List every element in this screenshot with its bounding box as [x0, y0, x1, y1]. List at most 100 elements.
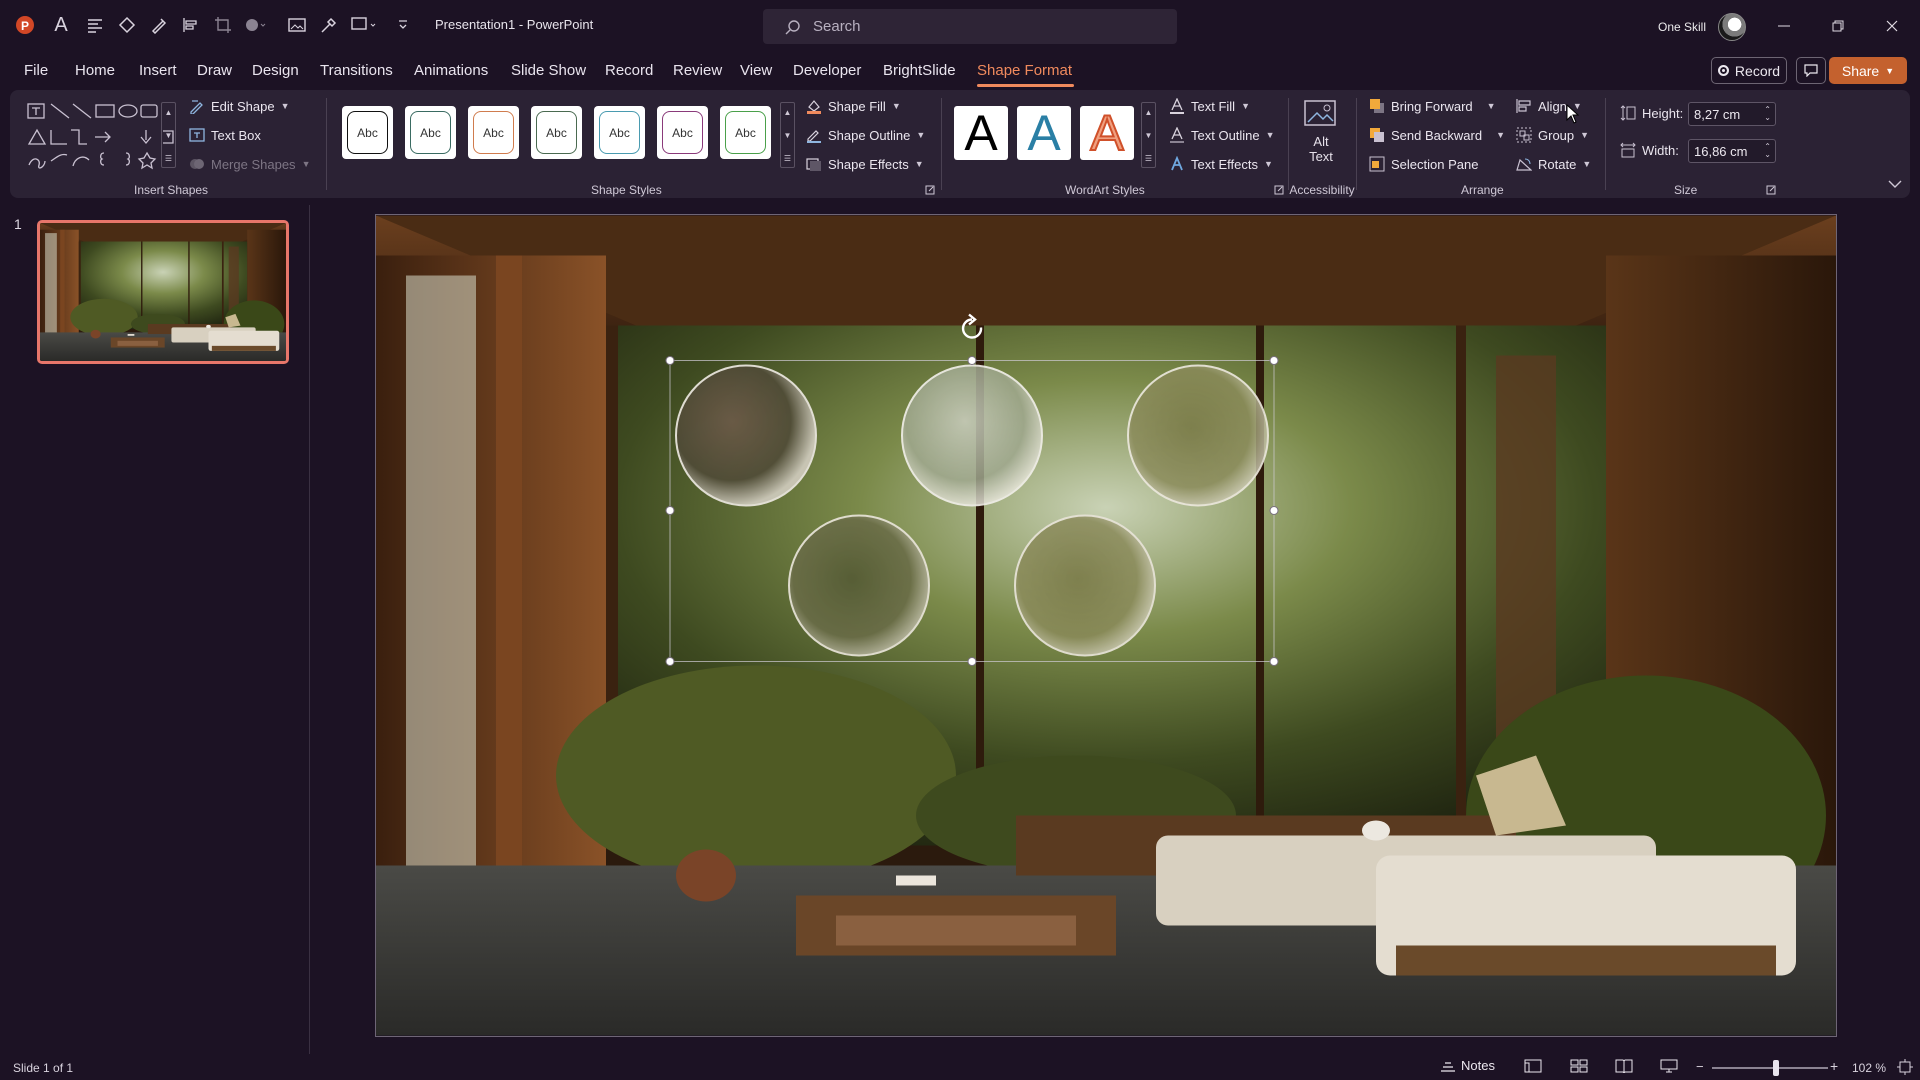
- bring-forward-button[interactable]: Bring Forward ▼: [1369, 98, 1496, 114]
- fit-to-window-icon[interactable]: [1897, 1059, 1913, 1075]
- selection-pane-button[interactable]: Selection Pane: [1369, 156, 1478, 172]
- crop-icon[interactable]: [212, 14, 234, 36]
- text-outline-button[interactable]: Text Outline ▼: [1169, 127, 1275, 143]
- glass-circle-shape[interactable]: [1014, 514, 1156, 657]
- tab-transitions[interactable]: Transitions: [320, 62, 393, 79]
- tab-animations[interactable]: Animations: [414, 62, 488, 79]
- slide-canvas[interactable]: [375, 214, 1837, 1037]
- text-fill-button[interactable]: Text Fill ▼: [1169, 98, 1250, 114]
- shape-style-thumbnail[interactable]: Abc: [342, 106, 393, 159]
- reading-view-icon[interactable]: [1615, 1059, 1633, 1073]
- chevron-down-icon: ▼: [280, 101, 290, 111]
- width-label: Width:: [1642, 142, 1679, 158]
- shape-style-thumbnail[interactable]: Abc: [594, 106, 645, 159]
- panel-divider[interactable]: [309, 205, 310, 1055]
- shape-fill-icon[interactable]: [244, 14, 266, 36]
- width-field[interactable]: 16,86 cm ⌃ ⌄: [1688, 139, 1776, 163]
- collapse-ribbon-icon[interactable]: [1888, 180, 1902, 189]
- zoom-out-icon[interactable]: −: [1696, 1059, 1704, 1074]
- tab-developer[interactable]: Developer: [793, 62, 861, 79]
- eyedropper-icon[interactable]: [318, 14, 340, 36]
- tab-insert[interactable]: Insert: [139, 62, 177, 79]
- shape-effects-button[interactable]: Shape Effects ▼: [806, 156, 924, 172]
- dialog-launcher-icon[interactable]: [1274, 185, 1284, 195]
- avatar[interactable]: [1718, 13, 1746, 41]
- text-effects-button[interactable]: Text Effects ▼: [1169, 156, 1273, 172]
- tab-review[interactable]: Review: [673, 62, 722, 79]
- chevron-down-icon: ▼: [891, 101, 901, 111]
- align-left-icon[interactable]: [180, 14, 202, 36]
- alt-text-button[interactable]: Alt Text: [1303, 98, 1339, 164]
- slide-thumbnail[interactable]: [37, 220, 289, 364]
- width-spinner[interactable]: ⌃ ⌄: [1764, 143, 1771, 159]
- tab-draw[interactable]: Draw: [197, 62, 232, 79]
- zoom-level[interactable]: 102 %: [1852, 1061, 1886, 1075]
- rotate-handle-icon[interactable]: [961, 313, 983, 339]
- rotate-button[interactable]: Rotate ▼: [1516, 156, 1591, 172]
- customize-toolbar-icon[interactable]: [392, 14, 414, 36]
- shape-style-thumbnail[interactable]: Abc: [657, 106, 708, 159]
- shapes-gallery-scroll[interactable]: ▲ ▼ ☰: [161, 102, 176, 168]
- ribbon-separator: [1288, 98, 1289, 190]
- height-spinner[interactable]: ⌃ ⌄: [1764, 106, 1771, 122]
- wordart-style-blue[interactable]: A: [1017, 105, 1071, 161]
- present-icon[interactable]: [350, 14, 380, 36]
- user-name[interactable]: One Skill: [1658, 20, 1706, 34]
- comments-button[interactable]: [1796, 57, 1826, 84]
- glass-circle-shape[interactable]: [1127, 364, 1269, 507]
- glass-circle-shape[interactable]: [788, 514, 930, 657]
- text-direction-icon[interactable]: [84, 14, 106, 36]
- tab-slide-show[interactable]: Slide Show: [511, 62, 586, 79]
- record-button[interactable]: Record: [1711, 57, 1787, 84]
- send-backward-button[interactable]: Send Backward ▼: [1369, 127, 1505, 143]
- normal-view-icon[interactable]: [1524, 1059, 1542, 1073]
- alt-text-line1: Alt: [1313, 134, 1329, 149]
- group-button[interactable]: Group ▼: [1516, 127, 1589, 143]
- search-input[interactable]: Search: [763, 9, 1177, 44]
- slideshow-view-icon[interactable]: [1660, 1059, 1678, 1073]
- wordart-gallery-scroll[interactable]: ▲ ▼ ☰: [1141, 102, 1156, 168]
- tab-brightslide[interactable]: BrightSlide: [883, 62, 956, 79]
- shapes-gallery[interactable]: [25, 101, 175, 171]
- dialog-launcher-icon[interactable]: [1766, 185, 1776, 195]
- wordart-style-black[interactable]: A: [954, 105, 1008, 161]
- tab-home[interactable]: Home: [75, 62, 115, 79]
- shape-style-thumbnail[interactable]: Abc: [468, 106, 519, 159]
- pen-icon[interactable]: [148, 14, 170, 36]
- notes-button[interactable]: Notes: [1440, 1058, 1495, 1073]
- text-style-icon[interactable]: A: [50, 14, 72, 36]
- tab-record[interactable]: Record: [605, 62, 653, 79]
- tab-shape-format[interactable]: Shape Format: [977, 62, 1072, 79]
- glass-circle-shape[interactable]: [675, 364, 817, 507]
- glass-circle-shape[interactable]: [901, 364, 1043, 507]
- restore-button[interactable]: [1815, 10, 1861, 42]
- chevron-down-icon: ▼: [1241, 101, 1250, 111]
- shape-fill-button[interactable]: Shape Fill ▼: [806, 98, 901, 114]
- share-button[interactable]: Share ▼: [1829, 57, 1907, 84]
- text-fill-label: Text Fill: [1191, 98, 1236, 114]
- shape-styles-gallery-scroll[interactable]: ▲ ▼ ☰: [780, 102, 795, 168]
- shape-style-thumbnail[interactable]: Abc: [405, 106, 456, 159]
- tab-view[interactable]: View: [740, 62, 772, 79]
- picture-icon[interactable]: [286, 14, 308, 36]
- minimize-button[interactable]: [1761, 10, 1807, 42]
- wordart-style-orange[interactable]: A: [1080, 104, 1134, 162]
- edit-shape-button[interactable]: Edit Shape ▼: [189, 98, 290, 114]
- tab-design[interactable]: Design: [252, 62, 299, 79]
- shape-style-thumbnail[interactable]: Abc: [720, 106, 771, 159]
- text-outline-label: Text Outline: [1191, 127, 1260, 143]
- close-button[interactable]: [1869, 10, 1915, 42]
- slide-sorter-icon[interactable]: [1570, 1059, 1588, 1073]
- zoom-slider[interactable]: [1712, 1067, 1828, 1069]
- shape-icon[interactable]: [116, 14, 138, 36]
- zoom-slider-thumb[interactable]: [1772, 1060, 1779, 1076]
- shape-style-thumbnail[interactable]: Abc: [531, 106, 582, 159]
- dialog-launcher-icon[interactable]: [925, 185, 935, 195]
- text-box-button[interactable]: Text Box: [189, 127, 261, 143]
- height-field[interactable]: 8,27 cm ⌃ ⌄: [1688, 102, 1776, 126]
- shape-outline-button[interactable]: Shape Outline ▼: [806, 127, 925, 143]
- powerpoint-logo-icon: P: [14, 14, 36, 36]
- ribbon-separator: [1605, 98, 1606, 190]
- tab-file[interactable]: File: [24, 62, 48, 79]
- zoom-in-icon[interactable]: +: [1830, 1058, 1838, 1074]
